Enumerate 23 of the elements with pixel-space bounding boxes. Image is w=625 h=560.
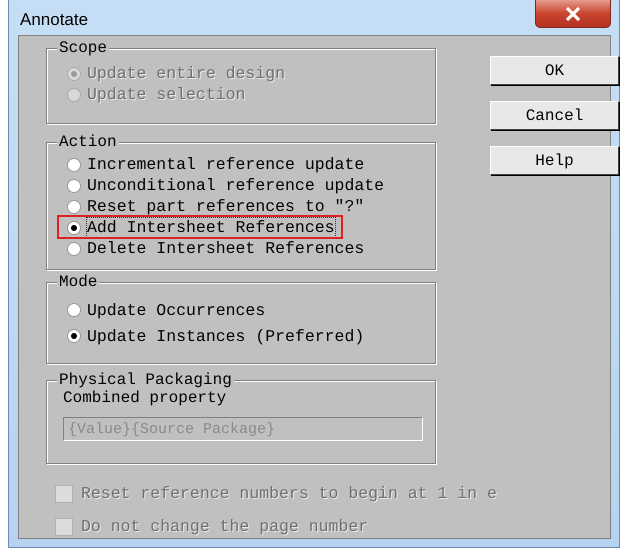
close-icon [565,6,581,20]
option-label[interactable]: Update Occurrences [87,300,266,320]
group-label: Physical Packaging [57,371,234,389]
option-label[interactable]: Update Instances (Preferred) [87,326,364,346]
group-label: Scope [57,39,110,57]
radio-button[interactable] [67,303,81,317]
option-label[interactable]: Unconditional reference update [87,176,384,195]
radio-button[interactable] [67,329,81,343]
option-label[interactable]: Reset part references to "?" [87,197,364,216]
radio-button[interactable] [67,242,81,256]
dialog-button[interactable]: OK [490,56,619,85]
option-label[interactable]: Incremental reference update [87,155,364,174]
option-label[interactable]: Delete Intersheet References [87,239,364,258]
dialog-button[interactable]: Help [490,146,619,175]
dialog-button[interactable]: Cancel [490,101,619,130]
field-label: Combined property [63,389,228,407]
option-label[interactable]: Add Intersheet References [87,218,335,237]
radio-button[interactable] [67,220,81,234]
close-button[interactable] [535,0,611,28]
window-title: Annotate [20,10,88,30]
radio-button[interactable] [67,200,81,214]
radio-button[interactable] [67,158,81,172]
radio-button[interactable] [67,178,81,192]
